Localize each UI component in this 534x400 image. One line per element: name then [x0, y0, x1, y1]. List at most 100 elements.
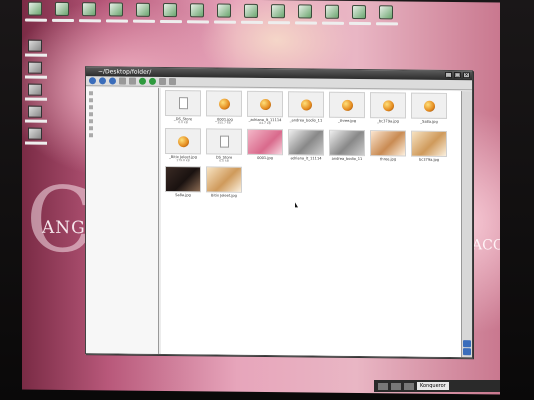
close-button[interactable]: × — [463, 72, 470, 79]
file-thumbnail — [329, 91, 365, 119]
desktop-icon[interactable] — [55, 1, 69, 16]
vertical-scrollbar[interactable] — [461, 91, 472, 358]
tree-item[interactable] — [89, 111, 155, 118]
home-icon[interactable] — [119, 77, 126, 85]
go-icon[interactable] — [139, 77, 146, 85]
file-name: _andrea_bodio_11 — [289, 118, 323, 123]
drive-icon[interactable] — [28, 39, 42, 52]
desktop-icon[interactable] — [298, 4, 312, 19]
file-thumbnail — [370, 92, 406, 119]
scroll-down-button[interactable] — [463, 348, 471, 356]
reload-icon[interactable] — [129, 77, 136, 85]
file-name: _Sa8a.jpg — [420, 119, 438, 124]
document-icon — [178, 97, 188, 110]
drive-icon[interactable] — [28, 83, 42, 96]
scroll-up-button[interactable] — [463, 340, 471, 348]
photo-preview — [289, 130, 323, 155]
file-item[interactable]: three.jpg — [368, 130, 408, 166]
file-size: 6.0 kB — [178, 120, 188, 125]
tree-item[interactable] — [89, 132, 155, 139]
photo-preview — [412, 131, 446, 156]
tree-item[interactable] — [89, 118, 155, 125]
drive-icon[interactable] — [28, 105, 42, 118]
file-item[interactable]: _adriana_lt_11114 84.7 kB — [245, 90, 285, 127]
file-size: 355.7 kB — [217, 120, 231, 125]
file-item[interactable]: 0001.jpg — [245, 128, 285, 165]
zoom-out-icon[interactable] — [169, 78, 176, 86]
taskbar-item[interactable] — [404, 382, 414, 390]
desktop-icon[interactable] — [271, 4, 285, 19]
photo-preview — [330, 130, 364, 156]
tree-item[interactable] — [89, 90, 155, 97]
desktop-icon[interactable] — [109, 2, 123, 17]
back-icon[interactable] — [89, 77, 96, 85]
file-manager-window: ~/Desktop/folder/ _ □ × _DS_Store 6.0 kB… — [85, 66, 473, 359]
file-item[interactable]: Bitix Jeleet.jpg — [204, 166, 244, 202]
desktop-left-icons — [28, 39, 42, 140]
file-item[interactable]: _Bitix Jeleet.jpg 179.8 kB — [163, 127, 203, 164]
file-item[interactable]: _0001.jpg 355.7 kB — [204, 90, 244, 126]
folder-icon — [89, 119, 93, 124]
desktop-icon[interactable] — [28, 1, 42, 16]
desktop-top-icons — [28, 1, 393, 20]
file-item[interactable]: andrea_bodio_11 — [327, 129, 367, 166]
file-name: andrea_bodio_11 — [331, 156, 363, 162]
file-thumbnail — [329, 129, 365, 157]
stop-icon[interactable] — [149, 77, 156, 85]
taskbar-item[interactable] — [378, 382, 388, 390]
file-thumbnail — [165, 127, 201, 155]
photo-preview — [207, 167, 241, 192]
file-name: _three.jpg — [337, 118, 356, 123]
tree-item[interactable] — [89, 125, 155, 132]
drive-icon[interactable] — [28, 61, 42, 74]
desktop-icon[interactable] — [379, 5, 393, 20]
file-item[interactable]: _Sa8a.jpg — [409, 92, 449, 129]
desktop-icon[interactable] — [244, 3, 258, 18]
file-item[interactable]: _andrea_bodio_11 — [286, 91, 326, 127]
desktop-icon[interactable] — [82, 2, 96, 17]
file-item[interactable]: _bc379a.jpg — [368, 92, 408, 128]
file-name: _bc379a.jpg — [377, 119, 399, 124]
zoom-in-icon[interactable] — [159, 77, 166, 86]
file-item[interactable]: bc379a.jpg — [409, 130, 449, 167]
mouse-cursor-icon — [295, 202, 298, 208]
file-item[interactable]: DS_Store 6.0 kB — [204, 128, 244, 164]
file-view[interactable]: _DS_Store 6.0 kB _0001.jpg 355.7 kB _adriana… — [161, 87, 461, 358]
up-icon[interactable] — [109, 77, 116, 85]
file-item[interactable]: _DS_Store 6.0 kB — [163, 89, 203, 126]
folder-icon — [89, 112, 93, 117]
file-thumbnail — [411, 92, 447, 119]
forward-icon[interactable] — [99, 77, 106, 85]
file-thumbnail — [206, 90, 242, 117]
file-item[interactable]: _three.jpg — [327, 91, 367, 128]
image-file-icon — [300, 98, 312, 111]
desktop-icon[interactable] — [163, 2, 177, 18]
desktop-icon[interactable] — [190, 3, 204, 18]
tree-item[interactable] — [89, 104, 155, 111]
file-size: 84.7 kB — [259, 120, 271, 126]
document-icon — [219, 135, 229, 148]
window-title: ~/Desktop/folder/ — [98, 68, 152, 76]
maximize-button[interactable]: □ — [454, 72, 461, 79]
photo-preview — [166, 167, 200, 192]
folder-icon — [89, 105, 93, 110]
taskbar-item[interactable] — [391, 382, 401, 390]
file-name: adriana_lt_11114 — [290, 156, 322, 161]
minimize-button[interactable]: _ — [445, 71, 452, 79]
drive-icon[interactable] — [28, 127, 42, 140]
image-file-icon — [177, 135, 189, 147]
taskbar-active-item[interactable]: Konqueror — [417, 382, 449, 390]
file-thumbnail — [288, 91, 324, 118]
photo-preview — [371, 131, 405, 156]
file-item[interactable]: Sa8a.jpg — [163, 165, 203, 202]
desktop-icon[interactable] — [325, 4, 339, 19]
desktop-icon[interactable] — [352, 4, 366, 20]
file-name: three.jpg — [379, 157, 397, 162]
file-thumbnail — [247, 90, 283, 118]
file-item[interactable]: adriana_lt_11114 — [286, 129, 326, 165]
tree-item[interactable] — [89, 97, 155, 104]
desktop-icon[interactable] — [217, 3, 231, 18]
image-file-icon — [382, 99, 394, 111]
file-name: 0001.jpg — [257, 155, 273, 161]
desktop-icon[interactable] — [136, 2, 150, 17]
